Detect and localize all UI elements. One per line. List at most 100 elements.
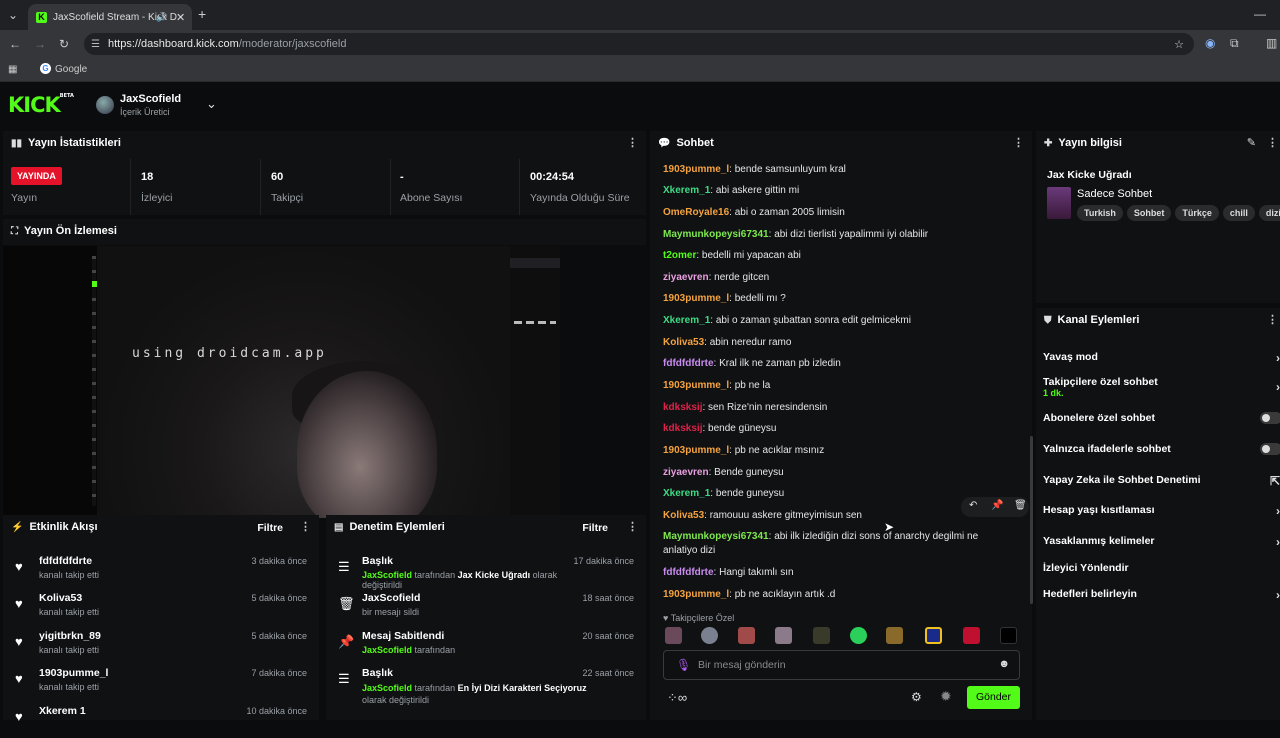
chat-username[interactable]: ziyaevren	[663, 272, 709, 283]
emote-5[interactable]	[813, 627, 830, 644]
stream-preview-video[interactable]: using droidcam.app	[97, 246, 510, 518]
chat-username[interactable]: t2omer	[663, 250, 696, 261]
tag[interactable]: Türkçe	[1175, 205, 1219, 221]
chat-username[interactable]: 1903pumme_l	[663, 380, 729, 391]
chat-username[interactable]: kdksksij	[663, 402, 702, 413]
chat-message[interactable]: Koliva53: abin neredur ramo	[663, 336, 1013, 350]
list-item[interactable]: ♥ 1903pumme_l kanalı takip etti 7 dakika ön…	[3, 663, 319, 700]
chat-message[interactable]: OmeRoyale16: abi o zaman 2005 limisin	[663, 206, 1013, 220]
emote-1[interactable]	[665, 627, 682, 644]
channel-switch-chevron-down-icon[interactable]: ⌄	[206, 96, 217, 112]
close-tab-icon[interactable]: ✕	[176, 11, 185, 24]
chat-username[interactable]: Koliva53	[663, 337, 704, 348]
emote-9[interactable]	[963, 627, 980, 644]
chat-message[interactable]: 1903pumme_l: pb ne la	[663, 379, 1013, 393]
stream-category[interactable]: Sadece Sohbet	[1077, 188, 1152, 200]
subs-only-toggle[interactable]	[1260, 412, 1280, 424]
emote-8[interactable]	[925, 627, 942, 644]
chat-message[interactable]: Maymunkopeysi67341: abi ilk izlediğin di…	[663, 530, 1013, 558]
send-button[interactable]: Gönder	[967, 686, 1020, 709]
emote-2[interactable]	[701, 627, 718, 644]
list-item[interactable]: 📌 Mesaj Sabitlendi JaxScofield tarafından…	[326, 626, 646, 663]
list-item[interactable]: ♥ fdfdfdfdrte kanalı takip etti 3 dakika ön…	[3, 551, 319, 588]
chat-message[interactable]: ziyaevren: nerde gitcen	[663, 271, 1013, 285]
tag[interactable]: chill	[1222, 205, 1255, 221]
emote-only-toggle[interactable]	[1260, 443, 1280, 455]
chat-username[interactable]: Maymunkopeysi67341	[663, 229, 769, 240]
trash-icon[interactable]: 🗑	[1014, 500, 1027, 511]
tab-list-icon[interactable]: ⌄	[8, 9, 18, 21]
list-item[interactable]: ☰ Başlık JaxScofield tarafından Jax Kicke…	[326, 551, 646, 590]
bookmark-star-icon[interactable]: ☆	[1174, 38, 1184, 51]
speaker-icon[interactable]: 🔊	[156, 12, 167, 23]
infinity-icon[interactable]: ⁘∞	[667, 690, 687, 706]
banned-words-item[interactable]: Yasaklanmış kelimeler ›	[1043, 535, 1280, 549]
emote-7[interactable]	[886, 627, 903, 644]
chat-message[interactable]: Maymunkopeysi67341: abi dizi tierlisti y…	[663, 228, 1013, 242]
chat-message[interactable]: kdksksij: sen Rize'nin neresindensin	[663, 401, 1013, 415]
emote-4[interactable]	[775, 627, 792, 644]
chat-message[interactable]: Xkerem_1: bende guneysu	[663, 487, 1013, 501]
slow-mode-item[interactable]: Yavaş mod ›	[1043, 351, 1280, 365]
moderation-menu-icon[interactable]: ⋮	[627, 520, 638, 533]
followers-only-item[interactable]: Takipçilere özel sohbet › 1 dk.	[1043, 376, 1280, 398]
chat-menu-icon[interactable]: ⋮	[1013, 136, 1024, 149]
tag[interactable]: Turkish	[1077, 205, 1123, 221]
new-tab-icon[interactable]: +	[198, 7, 206, 21]
category-thumbnail[interactable]	[1047, 187, 1071, 219]
chat-username[interactable]: kdksksij	[663, 423, 702, 434]
chat-username[interactable]: Maymunkopeysi67341	[663, 531, 769, 542]
emote-10[interactable]	[1000, 627, 1017, 644]
chat-message[interactable]: Xkerem_1: abi o zaman şubattan sonra edi…	[663, 314, 1013, 328]
activity-filter-button[interactable]: Filtre	[257, 522, 283, 534]
edit-pencil-icon[interactable]: ✎	[1247, 136, 1256, 149]
goals-item[interactable]: Hedefleri belirleyin ›	[1043, 588, 1280, 602]
tag[interactable]: Sohbet	[1126, 205, 1172, 221]
tag[interactable]: dizi	[1258, 205, 1280, 221]
apps-grid-icon[interactable]: ▦	[8, 64, 17, 76]
kick-logo[interactable]: KICKBETA	[8, 93, 74, 117]
emote-6[interactable]	[850, 627, 867, 644]
chat-username[interactable]: fdfdfdfdrte	[663, 358, 714, 369]
side-panel-icon[interactable]: ▥	[1266, 37, 1277, 49]
site-info-icon[interactable]: ☰	[91, 39, 100, 50]
gear-icon[interactable]: ⚙	[911, 690, 922, 704]
chat-message[interactable]: fdfdfdfdrte: Hangi takımlı sın	[663, 566, 1013, 580]
chat-message[interactable]: t2omer: bedelli mi yapacan abi	[663, 249, 1013, 263]
address-bar[interactable]: ☰ https://dashboard.kick.com/moderator/j…	[84, 33, 1194, 55]
minimize-window-icon[interactable]: —	[1254, 8, 1266, 20]
chat-username[interactable]: 1903pumme_l	[663, 445, 729, 456]
stats-menu-icon[interactable]: ⋮	[627, 136, 638, 149]
chat-message[interactable]: kdksksij: bende güneysu	[663, 422, 1013, 436]
chat-username[interactable]: ziyaevren	[663, 467, 709, 478]
chat-message[interactable]: 1903pumme_l: bedelli mı ?	[663, 292, 1013, 306]
emoji-icon[interactable]: ☻	[998, 658, 1010, 670]
chat-username[interactable]: Xkerem_1	[663, 315, 710, 326]
activity-menu-icon[interactable]: ⋮	[300, 520, 311, 533]
chat-message[interactable]: fdfdfdfdrte: Kral ilk ne zaman pb izledi…	[663, 357, 1013, 371]
reload-icon[interactable]: ↻	[59, 38, 69, 50]
redirect-item[interactable]: İzleyici Yönlendir	[1043, 562, 1129, 574]
bookmark-google[interactable]: Google	[55, 64, 87, 75]
list-item[interactable]: ☰ Başlık JaxScofield tarafından En İyi Di…	[326, 663, 646, 713]
microphone-icon[interactable]: 🎙	[676, 658, 691, 672]
chat-username[interactable]: 1903pumme_l	[663, 293, 729, 304]
chat-scrollbar[interactable]	[1030, 436, 1033, 604]
chat-message-input[interactable]: 🎙 Bir mesaj gönderin ☻	[663, 650, 1020, 680]
avatar[interactable]	[96, 96, 114, 114]
list-item[interactable]: 🗑 JaxScofield bir mesajı sildi 18 saat önce	[326, 588, 646, 625]
age-restriction-item[interactable]: Hesap yaşı kısıtlaması ›	[1043, 504, 1280, 518]
badge-icon[interactable]: ✹	[940, 688, 952, 705]
chat-username[interactable]: Koliva53	[663, 510, 704, 521]
chat-message[interactable]: 1903pumme_l: pb ne acıklar msınız	[663, 444, 1013, 458]
forward-icon[interactable]: →	[34, 38, 46, 50]
stream-info-menu-icon[interactable]: ⋮	[1267, 136, 1278, 149]
chat-username[interactable]: fdfdfdfdrte	[663, 567, 714, 578]
chat-message[interactable]: 1903pumme_l: bende samsunluyum kral	[663, 163, 1013, 177]
chat-username[interactable]: Xkerem_1	[663, 488, 710, 499]
list-item[interactable]: ♥ yigitbrkn_89 kanalı takip etti 5 dakika ö…	[3, 626, 319, 663]
pin-icon[interactable]: 📌	[991, 500, 1003, 511]
extensions-puzzle-icon[interactable]: ⧉	[1230, 37, 1239, 49]
chat-message[interactable]: Xkerem_1: abi askere gittin mi	[663, 184, 1013, 198]
moderation-filter-button[interactable]: Filtre	[582, 522, 608, 534]
